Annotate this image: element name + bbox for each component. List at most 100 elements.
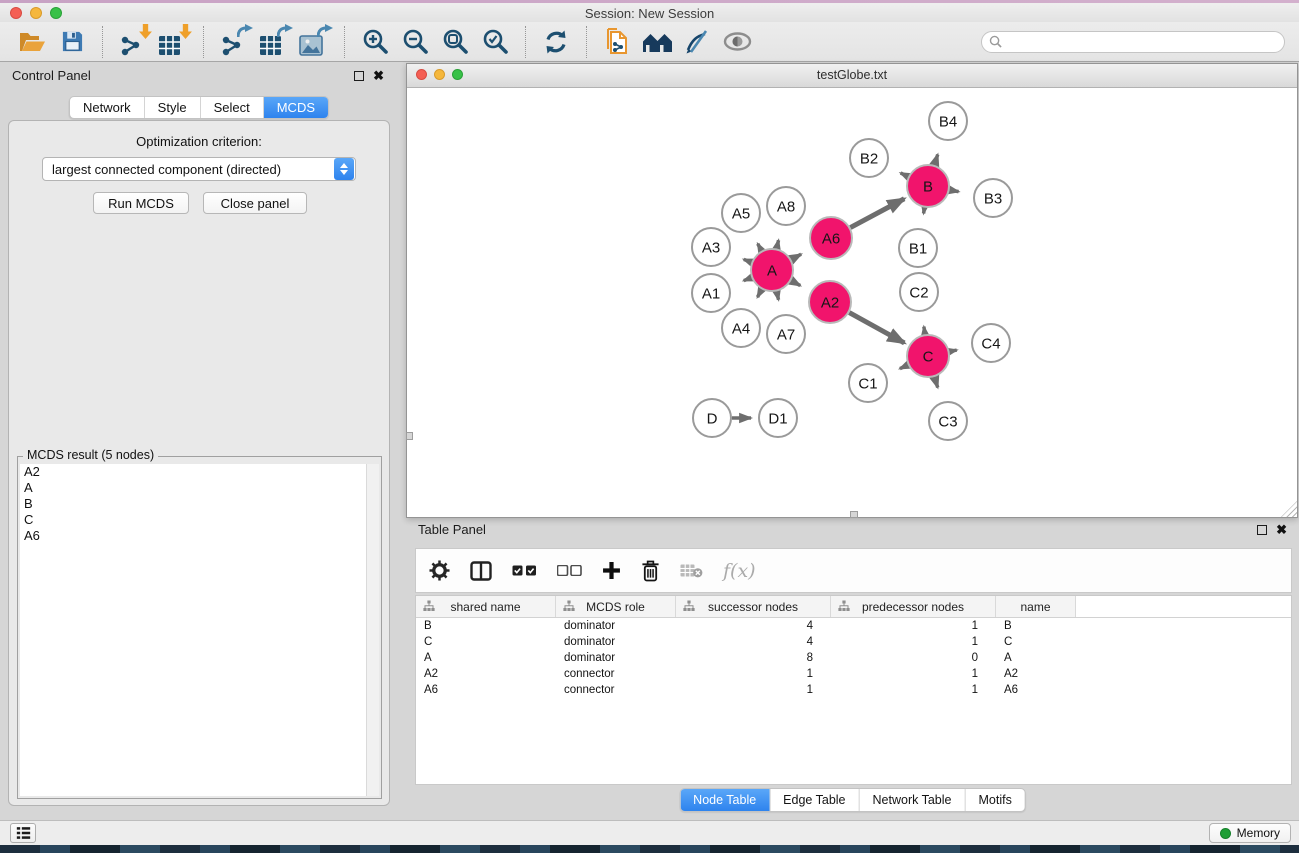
delete-button[interactable] [641,556,660,586]
tab-network-table[interactable]: Network Table [859,789,965,811]
edge-A-A1[interactable] [744,278,752,281]
node-B[interactable]: B [907,165,949,207]
function-builder-button[interactable]: f(x) [723,556,756,586]
network-frame-titlebar[interactable]: testGlobe.txt [407,64,1297,88]
node-table[interactable]: shared nameMCDS rolesuccessor nodesprede… [415,595,1292,785]
open-file-button[interactable] [12,24,52,60]
home-button[interactable] [637,24,677,60]
table-row[interactable]: A6connector11A6 [416,682,1291,698]
tab-select[interactable]: Select [200,97,263,118]
search-box[interactable] [981,31,1285,53]
run-mcds-button[interactable]: Run MCDS [93,192,189,214]
node-A2[interactable]: A2 [809,281,851,323]
node-A[interactable]: A [751,249,793,291]
mcds-result-list[interactable]: A2ABCA6 [20,464,379,796]
node-C3[interactable]: C3 [929,402,967,440]
node-A1[interactable]: A1 [692,274,730,312]
zoom-in-button[interactable] [355,24,395,60]
edge-C-C2[interactable] [924,327,925,335]
export-image-button[interactable] [294,24,334,60]
table-row[interactable]: Bdominator41B [416,618,1291,634]
edge-B-B1[interactable] [924,208,925,214]
network-document-button[interactable] [597,24,637,60]
float-panel-icon[interactable] [354,71,364,81]
edge-A6-B[interactable] [850,199,904,228]
column-header-predecessor-nodes[interactable]: predecessor nodes [831,596,996,617]
column-header-successor-nodes[interactable]: successor nodes [676,596,831,617]
zoom-selected-button[interactable] [475,24,515,60]
node-C1[interactable]: C1 [849,364,887,402]
mcds-result-item[interactable]: A2 [20,464,379,480]
app-titlebar[interactable]: Session: New Session [0,3,1299,22]
tab-mcds[interactable]: MCDS [263,97,328,118]
deselect-checkboxes-button[interactable] [557,556,582,586]
column-header-shared-name[interactable]: shared name [416,596,556,617]
frame-bottom-grip[interactable] [850,511,858,518]
frame-left-grip[interactable] [406,432,413,440]
edge-C-C3[interactable] [934,377,937,388]
search-input[interactable] [1002,33,1277,50]
tab-style[interactable]: Style [144,97,200,118]
column-header-mcds-role[interactable]: MCDS role [556,596,676,617]
close-panel-icon[interactable]: ✖ [1276,524,1287,536]
add-column-button[interactable] [602,556,621,586]
node-D1[interactable]: D1 [759,399,797,437]
node-A7[interactable]: A7 [767,315,805,353]
edge-A-A7[interactable] [777,291,779,299]
tab-edge-table[interactable]: Edge Table [769,789,858,811]
mcds-result-item[interactable]: B [20,496,379,512]
node-B2[interactable]: B2 [850,139,888,177]
edge-A-A6[interactable] [791,254,801,259]
import-table-button[interactable] [153,24,193,60]
save-session-button[interactable] [52,24,92,60]
mcds-result-item[interactable]: A6 [20,528,379,544]
edge-B-B4[interactable] [934,154,937,165]
node-D[interactable]: D [693,399,731,437]
gear-button[interactable] [429,556,450,586]
close-panel-button[interactable]: Close panel [203,192,307,214]
mcds-result-item[interactable]: C [20,512,379,528]
node-C[interactable]: C [907,335,949,377]
table-row[interactable]: Cdominator41C [416,634,1291,650]
tab-network[interactable]: Network [70,97,144,118]
node-A5[interactable]: A5 [722,194,760,232]
edge-C-C1[interactable] [900,365,908,369]
node-C4[interactable]: C4 [972,324,1010,362]
select-all-checkboxes-button[interactable] [512,556,537,586]
mcds-result-item[interactable]: A [20,480,379,496]
delete-table-button[interactable] [680,556,703,586]
zoom-out-button[interactable] [395,24,435,60]
edge-A2-C[interactable] [849,313,904,343]
edge-B-B3[interactable] [950,190,959,192]
tab-node-table[interactable]: Node Table [680,789,769,811]
edge-A-A3[interactable] [744,259,752,262]
node-A8[interactable]: A8 [767,187,805,225]
table-row[interactable]: A2connector11A2 [416,666,1291,682]
refresh-button[interactable] [536,24,576,60]
result-scrollbar[interactable] [366,464,379,796]
table-row[interactable]: Adominator80A [416,650,1291,666]
optimization-criterion-select[interactable]: largest connected component (directed) [42,157,356,181]
node-B4[interactable]: B4 [929,102,967,140]
network-canvas[interactable]: B4B2BB3A8A5A6A3B1AA1C2A2A4A7C4CC1C3DD1 [407,88,1297,517]
edge-C-C4[interactable] [950,350,957,351]
edge-A-A8[interactable] [777,240,779,248]
show-panel-button[interactable] [10,823,36,843]
zoom-fit-button[interactable] [435,24,475,60]
memory-button[interactable]: Memory [1209,823,1291,843]
node-A3[interactable]: A3 [692,228,730,266]
eye-button[interactable] [717,24,757,60]
float-panel-icon[interactable] [1257,525,1267,535]
close-panel-icon[interactable]: ✖ [373,70,384,82]
tab-motifs[interactable]: Motifs [964,789,1024,811]
node-B1[interactable]: B1 [899,229,937,267]
node-B3[interactable]: B3 [974,179,1012,217]
edge-A-A4[interactable] [757,289,761,297]
columns-button[interactable] [470,556,492,586]
export-table-button[interactable] [254,24,294,60]
export-network-button[interactable] [214,24,254,60]
column-header-name[interactable]: name [996,596,1076,617]
import-network-button[interactable] [113,24,153,60]
edge-A-A5[interactable] [758,244,762,251]
edge-B-B2[interactable] [901,173,909,177]
